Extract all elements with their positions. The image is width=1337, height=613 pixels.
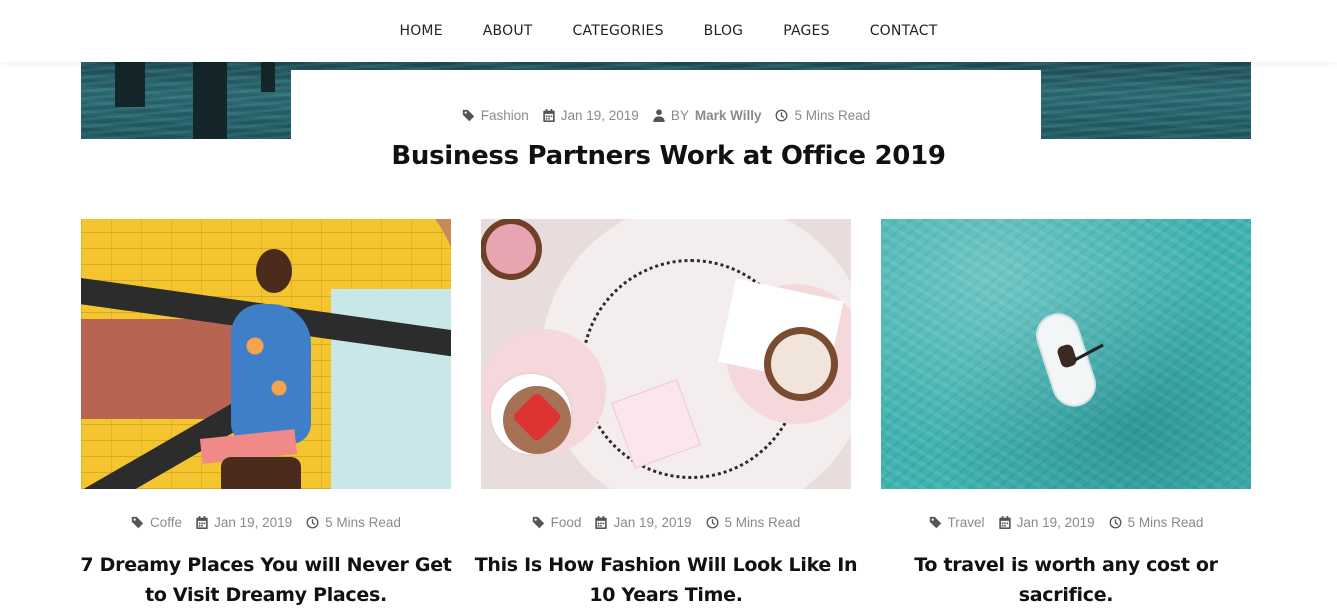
nav-item-categories[interactable]: CATEGORIES bbox=[553, 23, 684, 39]
post-card-category-label: Coffe bbox=[150, 515, 183, 530]
calendar-icon bbox=[595, 516, 608, 529]
hero-read-time: 5 Mins Read bbox=[775, 108, 870, 123]
hero-date: Jan 19, 2019 bbox=[543, 108, 639, 123]
hero-author-name[interactable]: Mark Willy bbox=[695, 108, 762, 123]
post-card-read-time-label: 5 Mins Read bbox=[325, 515, 401, 530]
post-card: Travel Jan 19, 2019 5 Mins Read To trave… bbox=[881, 219, 1251, 606]
hero-card bbox=[291, 70, 1041, 140]
nav-item-contact[interactable]: CONTACT bbox=[850, 23, 958, 39]
post-card-date: Jan 19, 2019 bbox=[595, 515, 692, 530]
nav-item-about[interactable]: ABOUT bbox=[463, 23, 553, 39]
post-card-category[interactable]: Food bbox=[532, 515, 582, 530]
post-card-read-time: 5 Mins Read bbox=[706, 515, 801, 530]
post-card: Food Jan 19, 2019 5 Mins Read This Is Ho… bbox=[475, 219, 858, 606]
nav-item-pages[interactable]: PAGES bbox=[763, 23, 849, 39]
post-card-meta: Travel Jan 19, 2019 5 Mins Read bbox=[881, 515, 1251, 530]
post-card-title[interactable]: To travel is worth any cost or sacrifice… bbox=[871, 550, 1261, 610]
user-icon bbox=[653, 109, 665, 122]
post-card-category[interactable]: Travel bbox=[929, 515, 985, 530]
main-navigation: HOME ABOUT CATEGORIES BLOG PAGES CONTACT bbox=[0, 0, 1337, 62]
clock-icon bbox=[776, 109, 788, 122]
tag-icon bbox=[131, 516, 144, 529]
post-card-date-label: Jan 19, 2019 bbox=[1016, 515, 1095, 530]
post-card-read-time-label: 5 Mins Read bbox=[724, 515, 801, 530]
post-card-date: Jan 19, 2019 bbox=[998, 515, 1095, 530]
post-card-meta: Coffe Jan 19, 2019 5 Mins Read bbox=[81, 515, 451, 530]
nav-menu: HOME ABOUT CATEGORIES BLOG PAGES CONTACT bbox=[379, 23, 957, 39]
calendar-icon bbox=[543, 109, 555, 122]
hero-read-time-label: 5 Mins Read bbox=[794, 108, 871, 123]
nav-item-blog[interactable]: BLOG bbox=[684, 23, 764, 39]
post-card-image[interactable] bbox=[481, 219, 851, 489]
hero-author[interactable]: BY Mark Willy bbox=[653, 108, 762, 123]
tag-icon bbox=[532, 516, 544, 529]
post-card: Coffe Jan 19, 2019 5 Mins Read 7 Dreamy … bbox=[80, 219, 452, 606]
calendar-icon bbox=[998, 516, 1011, 529]
post-card-image[interactable] bbox=[81, 219, 451, 489]
post-card-date-label: Jan 19, 2019 bbox=[214, 515, 293, 530]
clock-icon bbox=[306, 516, 319, 529]
hero-date-label: Jan 19, 2019 bbox=[560, 108, 639, 123]
calendar-icon bbox=[196, 516, 208, 529]
hero-by-label: BY bbox=[670, 108, 689, 123]
post-card-category-label: Travel bbox=[947, 515, 985, 530]
hero-category[interactable]: Fashion bbox=[462, 108, 529, 123]
post-card-read-time: 5 Mins Read bbox=[306, 515, 401, 530]
post-card-date: Jan 19, 2019 bbox=[196, 515, 292, 530]
tag-icon bbox=[462, 109, 474, 122]
hero-post-meta: Fashion Jan 19, 2019 BY Mark Willy 5 Min… bbox=[291, 108, 1041, 123]
post-card-category[interactable]: Coffe bbox=[131, 515, 182, 530]
hero-category-label: Fashion bbox=[480, 108, 529, 123]
tag-icon bbox=[929, 516, 941, 529]
clock-icon bbox=[1109, 516, 1122, 529]
post-card-title[interactable]: 7 Dreamy Places You will Never Get to Vi… bbox=[71, 550, 461, 610]
post-card-image[interactable] bbox=[881, 219, 1251, 489]
post-card-meta: Food Jan 19, 2019 5 Mins Read bbox=[481, 515, 851, 530]
post-card-category-label: Food bbox=[550, 515, 582, 530]
nav-item-home[interactable]: HOME bbox=[379, 23, 462, 39]
post-card-date-label: Jan 19, 2019 bbox=[613, 515, 692, 530]
clock-icon bbox=[706, 516, 718, 529]
post-card-read-time-label: 5 Mins Read bbox=[1127, 515, 1204, 530]
post-card-title[interactable]: This Is How Fashion Will Look Like In 10… bbox=[471, 550, 861, 610]
post-card-read-time: 5 Mins Read bbox=[1109, 515, 1204, 530]
hero-post-title[interactable]: Business Partners Work at Office 2019 bbox=[0, 141, 1337, 171]
